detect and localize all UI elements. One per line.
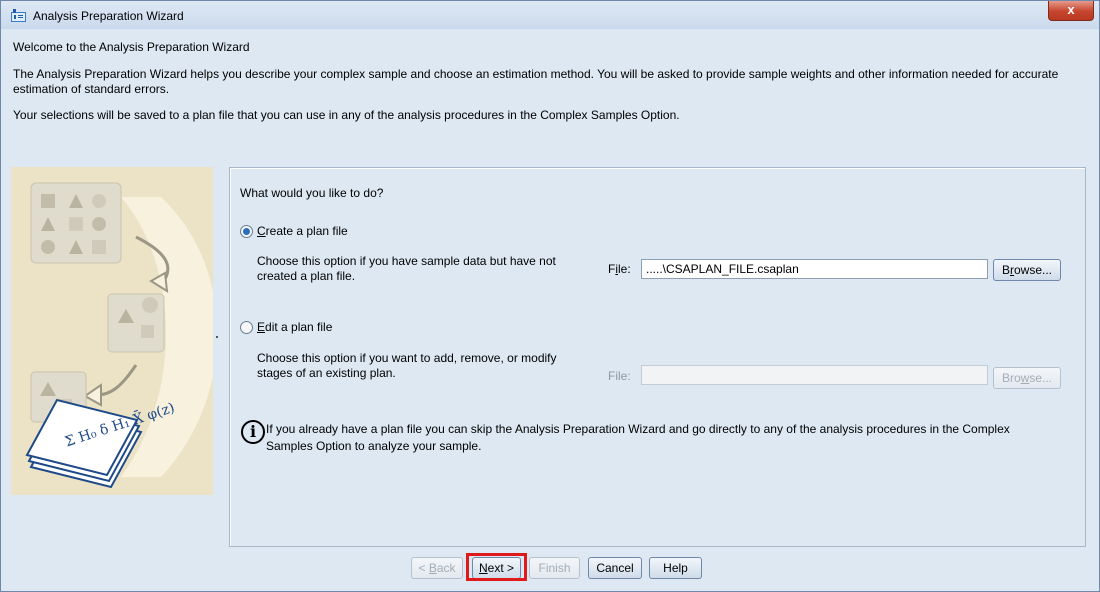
info-text-line1: If you already have a plan file you can … (266, 422, 1010, 436)
illustration-graphic: Σ H₀ δ H₁ X̄ φ(z) (25, 182, 218, 489)
edit-file-field[interactable] (641, 365, 988, 385)
back-post: ack (436, 561, 456, 575)
close-icon: x (1067, 2, 1075, 17)
back-button[interactable]: < Back (411, 557, 463, 579)
close-button[interactable]: x (1048, 1, 1094, 21)
create-browse-button[interactable]: Browse... (993, 259, 1061, 281)
back-mnemonic: B (428, 561, 437, 575)
window-title: Analysis Preparation Wizard (33, 9, 184, 23)
create-plan-description: Choose this option if you have sample da… (257, 254, 556, 284)
intro-description: The Analysis Preparation Wizard helps yo… (13, 67, 1059, 96)
create-desc-line2: created a plan file. (257, 269, 356, 283)
create-browse-post: owse... (1014, 263, 1053, 277)
intro-note: Your selections will be saved to a plan … (13, 108, 680, 122)
divider-dot (216, 336, 218, 338)
welcome-heading: Welcome to the Analysis Preparation Wiza… (13, 40, 250, 54)
edit-desc-line1: Choose this option if you want to add, r… (257, 351, 557, 365)
edit-plan-description: Choose this option if you want to add, r… (257, 351, 557, 381)
question-label: What would you like to do? (240, 186, 384, 200)
create-file-label: File: (608, 262, 631, 276)
info-icon: i (241, 420, 265, 444)
app-icon (11, 9, 26, 22)
create-mnemonic: C (257, 224, 266, 238)
cancel-button[interactable]: Cancel (588, 557, 642, 579)
edit-desc-line2: stages of an existing plan. (257, 366, 396, 380)
wizard-illustration: Σ H₀ δ H₁ X̄ φ(z) (11, 167, 218, 495)
edit-browse-button[interactable]: Browse... (993, 367, 1061, 389)
edit-plan-label[interactable]: Edit a plan file (257, 320, 332, 334)
back-pre: < (418, 561, 429, 575)
title-bar[interactable]: Analysis Preparation Wizard x (1, 1, 1099, 29)
wizard-body: Welcome to the Analysis Preparation Wiza… (6, 29, 1092, 585)
edit-mnemonic: E (257, 320, 266, 334)
edit-file-label: File: (608, 369, 631, 383)
create-label-rest: reate a plan file (265, 224, 348, 238)
wizard-window: Analysis Preparation Wizard x Welcome to… (0, 0, 1100, 592)
create-file-label-post: le: (618, 262, 631, 276)
info-text-line2: Samples Option to analyze your sample. (266, 439, 482, 453)
edit-plan-radio[interactable] (240, 321, 253, 334)
edit-browse-pre: Bro (1001, 371, 1021, 385)
info-text: If you already have a plan file you can … (266, 421, 1010, 455)
create-file-field[interactable]: .....\CSAPLAN_FILE.csaplan (641, 259, 988, 279)
help-button[interactable]: Help (649, 557, 702, 579)
finish-button[interactable]: Finish (529, 557, 580, 579)
edit-label-rest: dit a plan file (265, 320, 333, 334)
create-desc-line1: Choose this option if you have sample da… (257, 254, 556, 268)
edit-browse-post: se... (1029, 371, 1053, 385)
create-browse-pre: B (1001, 263, 1010, 277)
create-plan-radio[interactable] (240, 225, 253, 238)
create-plan-label[interactable]: Create a plan file (257, 224, 348, 238)
next-button-highlight (466, 553, 527, 581)
options-panel: What would you like to do? Create a plan… (229, 167, 1086, 547)
